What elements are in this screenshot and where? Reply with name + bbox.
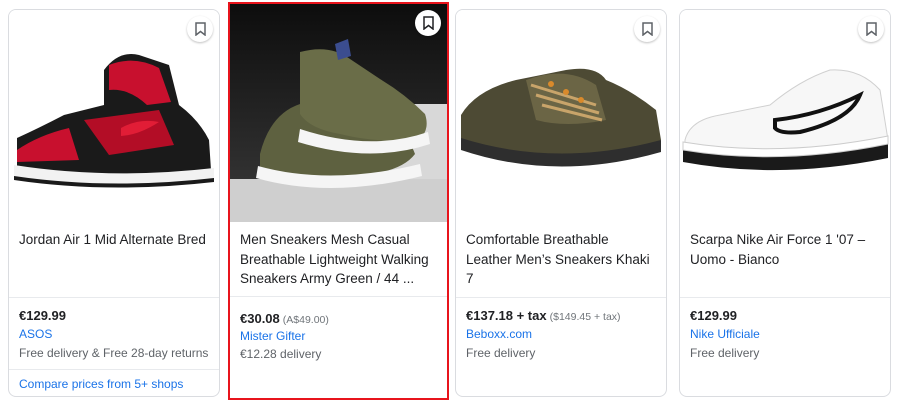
product-card-1[interactable]: Jordan Air 1 Mid Alternate Bred €129.99 … <box>8 9 220 397</box>
divider <box>9 297 219 298</box>
delivery-info: Free delivery <box>466 346 536 360</box>
delivery-info: Free delivery & Free 28-day returns <box>19 346 209 360</box>
seller-link[interactable]: Nike Ufficiale <box>690 327 760 341</box>
original-price: (A$49.00) <box>282 314 329 326</box>
seller-link[interactable]: Beboxx.com <box>466 327 532 341</box>
bookmark-icon[interactable] <box>415 10 441 36</box>
product-card-4[interactable]: Scarpa Nike Air Force 1 '07 – Uomo - Bia… <box>679 9 891 397</box>
product-image[interactable] <box>230 4 447 222</box>
divider <box>680 297 890 298</box>
price-row: €129.99 <box>690 308 737 323</box>
price-row: €30.08 (A$49.00) <box>240 311 329 326</box>
compare-prices-link[interactable]: Compare prices from 5+ shops <box>19 377 183 391</box>
delivery-info: Free delivery <box>690 346 760 360</box>
delivery-info: €12.28 delivery <box>240 347 322 361</box>
price: €30.08 <box>240 311 280 326</box>
divider <box>230 296 447 297</box>
product-image[interactable] <box>456 10 666 221</box>
divider <box>456 297 666 298</box>
product-title[interactable]: Comfortable Breathable Leather Men’s Sne… <box>466 230 656 289</box>
product-title[interactable]: Jordan Air 1 Mid Alternate Bred <box>19 230 209 250</box>
seller-link[interactable]: ASOS <box>19 327 52 341</box>
seller-link[interactable]: Mister Gifter <box>240 329 305 343</box>
price: €129.99 <box>19 308 66 323</box>
product-image[interactable] <box>9 10 219 221</box>
divider <box>9 369 219 370</box>
bookmark-icon[interactable] <box>187 16 213 42</box>
product-card-3[interactable]: Comfortable Breathable Leather Men’s Sne… <box>455 9 667 397</box>
product-image[interactable] <box>680 10 890 221</box>
product-title[interactable]: Men Sneakers Mesh Casual Breathable Ligh… <box>240 230 437 289</box>
original-price: ($149.45 + tax) <box>549 311 621 323</box>
price-row: €129.99 <box>19 308 66 323</box>
price: €129.99 <box>690 308 737 323</box>
product-title[interactable]: Scarpa Nike Air Force 1 '07 – Uomo - Bia… <box>690 230 880 269</box>
price-row: €137.18 + tax ($149.45 + tax) <box>466 308 621 323</box>
price: €137.18 + tax <box>466 308 547 323</box>
product-card-2[interactable]: Men Sneakers Mesh Casual Breathable Ligh… <box>228 2 449 400</box>
bookmark-icon[interactable] <box>634 16 660 42</box>
bookmark-icon[interactable] <box>858 16 884 42</box>
